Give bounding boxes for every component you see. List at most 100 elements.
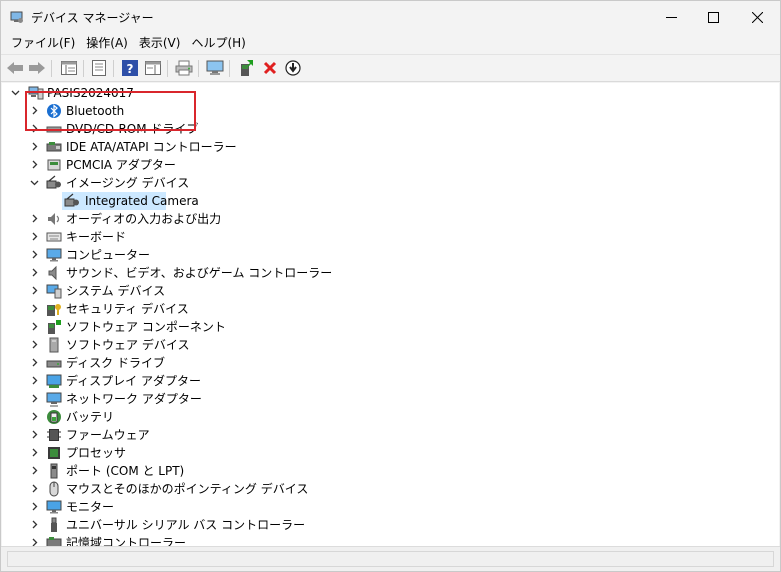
device-tree: PASIS2024017 Bluetooth DVD/CD-ROM ドライブ IDE… <box>2 83 779 546</box>
uninstall-device-button[interactable] <box>260 58 280 78</box>
uninstall-x-icon <box>263 61 277 75</box>
chevron-right-icon[interactable] <box>30 448 39 457</box>
chevron-right-icon[interactable] <box>30 142 39 151</box>
tree-category-item[interactable]: イメージング デバイス <box>2 174 779 192</box>
chevron-down-icon[interactable] <box>11 88 20 97</box>
tree-category-item[interactable]: プロセッサ <box>2 444 779 462</box>
tree-category-label: ネットワーク アダプター <box>66 392 202 406</box>
computer-icon <box>46 248 62 262</box>
tree-category-label: マウスとそのほかのポインティング デバイス <box>66 482 309 496</box>
chevron-right-icon[interactable] <box>30 394 39 403</box>
chevron-right-icon[interactable] <box>30 232 39 241</box>
tree-category-label: サウンド、ビデオ、およびゲーム コントローラー <box>66 266 333 280</box>
chevron-right-icon[interactable] <box>30 538 39 546</box>
forward-button[interactable] <box>27 58 47 78</box>
chevron-right-icon[interactable] <box>30 358 39 367</box>
print-button[interactable] <box>174 58 194 78</box>
firmware-icon <box>47 429 61 441</box>
tree-category-item[interactable]: システム デバイス <box>2 282 779 300</box>
highlight-annotation-box <box>25 91 196 131</box>
update-driver-button[interactable] <box>236 58 256 78</box>
menu-help[interactable]: ヘルプ(H) <box>185 33 250 53</box>
toolbar-separator <box>167 60 168 77</box>
svg-text:?: ? <box>127 62 134 76</box>
chevron-right-icon[interactable] <box>30 214 39 223</box>
monitor-icon <box>46 500 62 514</box>
camera-icon <box>46 175 61 189</box>
mouse-icon <box>49 481 59 497</box>
chevron-right-icon[interactable] <box>30 340 39 349</box>
tree-category-label: ディスク ドライブ <box>66 356 165 370</box>
tree-category-item[interactable]: ディスク ドライブ <box>2 354 779 372</box>
chevron-right-icon[interactable] <box>30 430 39 439</box>
action-pane-button[interactable] <box>143 58 163 78</box>
scan-hardware-changes-button[interactable] <box>205 58 225 78</box>
tree-category-item[interactable]: IDE ATA/ATAPI コントローラー <box>2 138 779 156</box>
menu-action[interactable]: 操作(A) <box>80 33 133 53</box>
tree-category-item[interactable]: モニター <box>2 498 779 516</box>
forward-arrow-icon <box>29 62 45 74</box>
disable-device-button[interactable] <box>283 58 303 78</box>
show-hide-console-tree-button[interactable] <box>59 58 79 78</box>
webcam-icon <box>64 193 79 207</box>
tree-category-label: IDE ATA/ATAPI コントローラー <box>66 140 237 154</box>
keyboard-icon <box>46 232 62 242</box>
chevron-right-icon[interactable] <box>30 322 39 331</box>
tree-category-item[interactable]: ネットワーク アダプター <box>2 390 779 408</box>
back-arrow-icon <box>7 62 23 74</box>
chevron-right-icon[interactable] <box>30 484 39 493</box>
maximize-button[interactable] <box>690 1 736 33</box>
properties-button[interactable] <box>89 58 109 78</box>
tree-category-item[interactable]: マウスとそのほかのポインティング デバイス <box>2 480 779 498</box>
chevron-down-icon[interactable] <box>30 178 39 187</box>
tree-category-item[interactable]: 記憶域コントローラー <box>2 534 779 546</box>
tree-category-item[interactable]: ソフトウェア デバイス <box>2 336 779 354</box>
display-adapter-icon <box>46 374 62 388</box>
tree-category-item[interactable]: サウンド、ビデオ、およびゲーム コントローラー <box>2 264 779 282</box>
device-manager-app-icon <box>10 11 23 23</box>
tree-category-item[interactable]: ファームウェア <box>2 426 779 444</box>
tree-category-label: コンピューター <box>66 248 151 262</box>
properties-icon <box>92 60 106 76</box>
tree-category-item[interactable]: ソフトウェア コンポーネント <box>2 318 779 336</box>
minimize-button[interactable] <box>648 1 694 33</box>
tree-category-label: 記憶域コントローラー <box>66 536 187 546</box>
storage-controller-icon <box>46 537 62 546</box>
speaker-icon <box>48 265 57 281</box>
chevron-right-icon[interactable] <box>30 520 39 529</box>
pcmcia-icon <box>47 159 61 171</box>
tree-category-label: ポート (COM と LPT) <box>66 464 185 478</box>
help-button[interactable]: ? <box>120 58 140 78</box>
tree-category-item[interactable]: セキュリティ デバイス <box>2 300 779 318</box>
menu-view[interactable]: 表示(V) <box>133 33 186 53</box>
tree-category-item[interactable]: ポート (COM と LPT) <box>2 462 779 480</box>
tree-category-item[interactable]: PCMCIA アダプター <box>2 156 779 174</box>
tree-category-item[interactable]: ユニバーサル シリアル バス コントローラー <box>2 516 779 534</box>
chevron-right-icon[interactable] <box>30 268 39 277</box>
help-icon: ? <box>122 60 138 76</box>
tree-device-item[interactable]: Integrated Camera <box>2 192 779 210</box>
tree-category-label: ソフトウェア コンポーネント <box>66 320 226 334</box>
tree-category-item[interactable]: キーボード <box>2 228 779 246</box>
tree-category-item[interactable]: ディスプレイ アダプター <box>2 372 779 390</box>
toolbar-separator <box>83 60 84 77</box>
chevron-right-icon[interactable] <box>30 412 39 421</box>
tree-category-item[interactable]: オーディオの入力および出力 <box>2 210 779 228</box>
printer-icon <box>175 60 193 76</box>
back-button[interactable] <box>5 58 25 78</box>
tree-category-item[interactable]: バッテリ <box>2 408 779 426</box>
chevron-right-icon[interactable] <box>30 250 39 259</box>
scan-hardware-icon <box>206 60 224 75</box>
toolbar-separator <box>113 60 114 77</box>
menu-file[interactable]: ファイル(F) <box>1 33 80 53</box>
chevron-right-icon[interactable] <box>30 304 39 313</box>
close-button[interactable] <box>734 1 780 33</box>
chevron-right-icon[interactable] <box>30 376 39 385</box>
tree-category-item[interactable]: コンピューター <box>2 246 779 264</box>
chevron-right-icon[interactable] <box>30 466 39 475</box>
chevron-right-icon[interactable] <box>30 160 39 169</box>
chevron-right-icon[interactable] <box>30 502 39 511</box>
update-driver-icon <box>241 60 253 76</box>
action-pane-icon <box>145 61 161 75</box>
chevron-right-icon[interactable] <box>30 286 39 295</box>
